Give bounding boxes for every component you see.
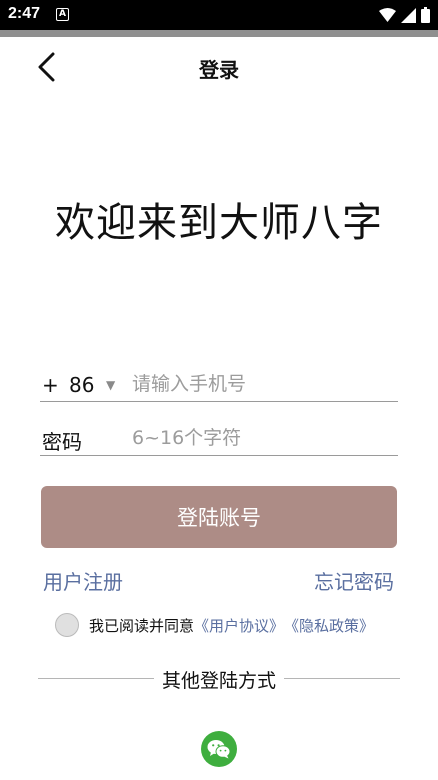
password-input[interactable] bbox=[132, 424, 394, 452]
agreement-text: 我已阅读并同意 bbox=[89, 616, 195, 635]
signal-icon bbox=[401, 7, 416, 23]
other-login-title: 其他登陆方式 bbox=[0, 666, 438, 693]
privacy-policy-link[interactable]: 《隐私政策》 bbox=[284, 615, 374, 636]
status-time: 2:47 bbox=[8, 5, 41, 22]
login-button[interactable]: 登陆账号 bbox=[41, 486, 397, 548]
wechat-icon bbox=[207, 740, 231, 759]
other-login-title-text: 其他登陆方式 bbox=[153, 670, 284, 692]
page-title: 登录 bbox=[199, 58, 239, 82]
phone-input[interactable] bbox=[132, 370, 394, 398]
triangle-down-icon[interactable]: ▼ bbox=[106, 378, 115, 392]
country-code[interactable]: 86 bbox=[69, 373, 94, 397]
country-code-plus: + bbox=[42, 373, 59, 397]
user-agreement-link[interactable]: 《用户协议》 bbox=[194, 615, 284, 636]
battery-icon bbox=[421, 7, 430, 23]
agreement-row: 我已阅读并同意 《用户协议》 《隐私政策》 bbox=[55, 612, 374, 638]
status-bar: 2:47 A bbox=[0, 0, 438, 30]
wechat-login-button[interactable] bbox=[201, 731, 237, 767]
status-bar-shadow bbox=[0, 30, 438, 37]
register-link[interactable]: 用户注册 bbox=[43, 566, 123, 595]
welcome-heading: 欢迎来到大师八字 bbox=[55, 200, 383, 246]
status-icons bbox=[379, 7, 430, 23]
agreement-checkbox[interactable] bbox=[55, 613, 79, 637]
phone-row: + 86 ▼ bbox=[40, 366, 398, 402]
forgot-password-link[interactable]: 忘记密码 bbox=[314, 566, 394, 595]
password-row: 密码 bbox=[40, 420, 398, 456]
wifi-icon bbox=[379, 8, 396, 22]
notification-icon: A bbox=[56, 8, 69, 21]
password-label: 密码 bbox=[42, 430, 82, 454]
